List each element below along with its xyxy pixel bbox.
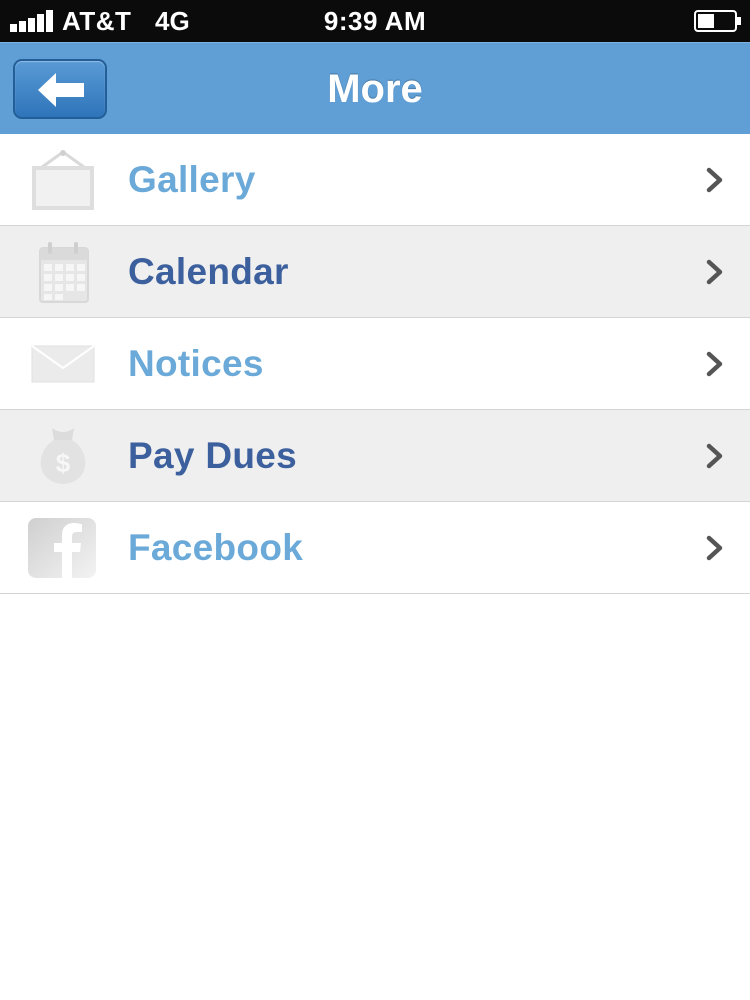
money-bag-icon: $ bbox=[40, 428, 86, 484]
status-time: 9:39 AM bbox=[323, 6, 427, 36]
chevron-right-icon bbox=[706, 443, 723, 469]
facebook-icon bbox=[28, 518, 96, 578]
page-title: More bbox=[327, 67, 423, 111]
chevron-right-icon bbox=[706, 167, 723, 193]
menu-item-calendar[interactable]: Calendar bbox=[0, 226, 750, 318]
menu-item-pay-dues[interactable]: $ Pay Dues bbox=[0, 410, 750, 502]
menu-item-label: Gallery bbox=[128, 159, 256, 200]
menu-list: Gallery Calendar Notices $ Pay Dues Face… bbox=[0, 134, 750, 594]
navigation-bar: More bbox=[0, 42, 750, 134]
left-arrow-icon bbox=[38, 73, 84, 107]
chevron-right-icon bbox=[706, 351, 723, 377]
menu-item-label: Pay Dues bbox=[128, 435, 297, 476]
menu-item-label: Calendar bbox=[128, 251, 289, 292]
menu-item-label: Notices bbox=[128, 343, 264, 384]
menu-item-label: Facebook bbox=[128, 527, 304, 568]
menu-item-notices[interactable]: Notices bbox=[0, 318, 750, 410]
svg-text:$: $ bbox=[56, 448, 71, 478]
calendar-icon bbox=[39, 242, 89, 303]
status-bar: AT&T 4G 9:39 AM bbox=[0, 0, 750, 42]
envelope-icon bbox=[31, 345, 95, 383]
back-button[interactable] bbox=[13, 59, 107, 119]
picture-frame-icon bbox=[32, 150, 94, 210]
menu-item-facebook[interactable]: Facebook bbox=[0, 502, 750, 594]
battery-icon bbox=[694, 10, 741, 32]
chevron-right-icon bbox=[706, 535, 723, 561]
chevron-right-icon bbox=[706, 259, 723, 285]
menu-item-gallery[interactable]: Gallery bbox=[0, 134, 750, 226]
